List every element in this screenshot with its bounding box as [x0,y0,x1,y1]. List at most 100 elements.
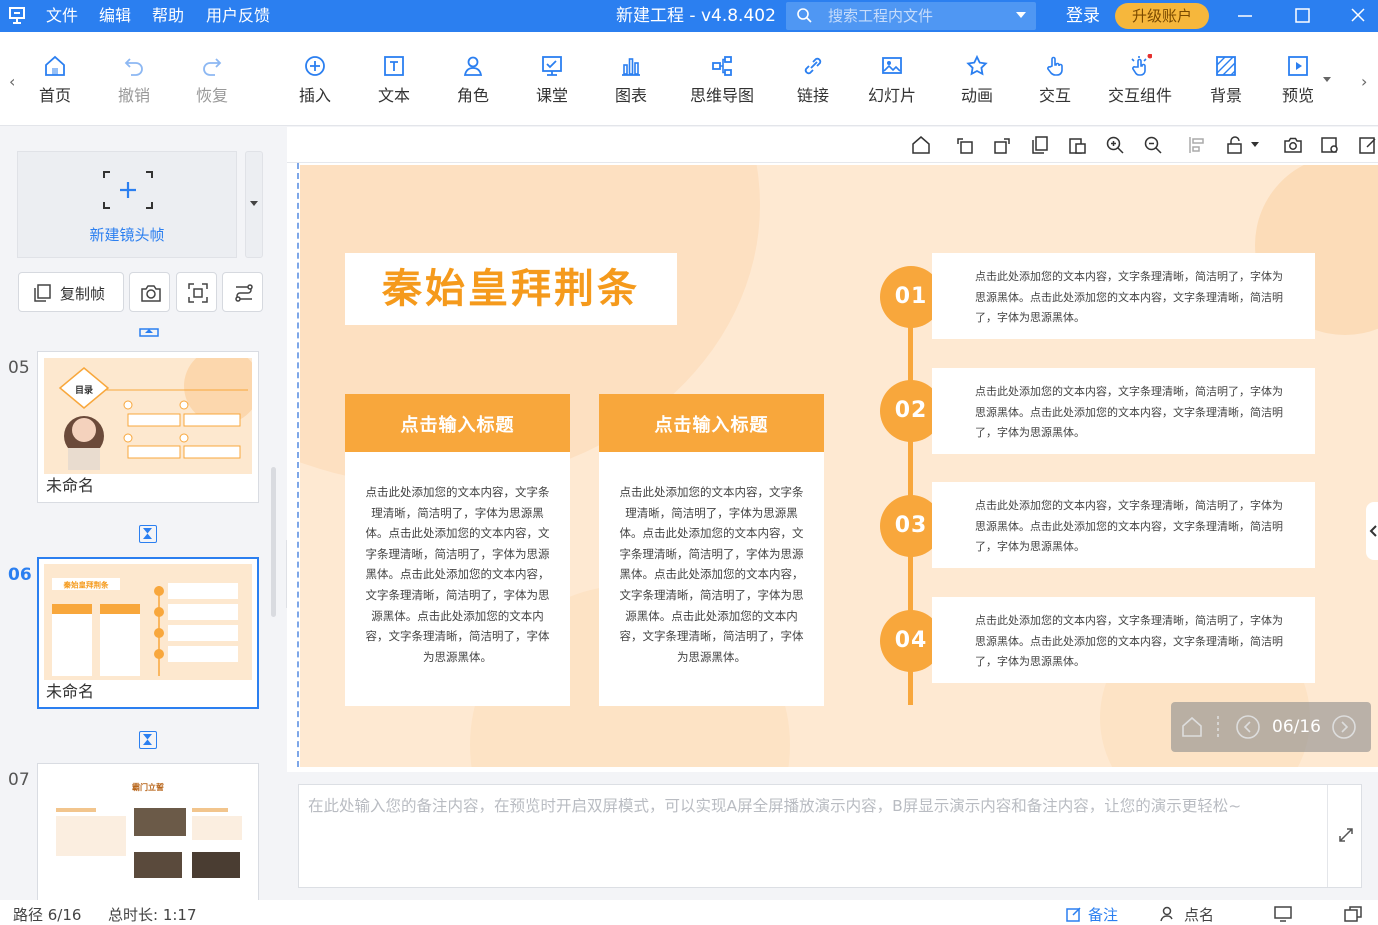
timeline-text[interactable]: 点击此处添加您的文本内容，文字条理清晰，简洁明了，字体为思源黑体。点击此处添加您… [975,611,1293,673]
toolbar-chart-button[interactable]: 图表 [610,54,652,114]
frame-name: 未命名 [46,476,95,495]
slide-pager: 06/16 [1171,702,1371,752]
person-icon [463,56,483,76]
toolbar-insert-button[interactable]: 插入 [294,54,336,114]
camera-view-icon[interactable] [1283,135,1303,155]
frame-list-scrollbar[interactable] [271,467,276,617]
timeline-item[interactable]: 点击此处添加您的文本内容，文字条理清晰，简洁明了，字体为思源黑体。点击此处添加您… [932,482,1315,568]
next-page-icon[interactable] [1331,714,1357,740]
timeline-text[interactable]: 点击此处添加您的文本内容，文字条理清晰，简洁明了，字体为思源黑体。点击此处添加您… [975,382,1293,444]
chevron-down-icon[interactable] [1016,12,1026,18]
slides-icon [882,57,902,74]
fullscreen-icon[interactable] [1344,906,1362,922]
notes-expand-button[interactable] [1327,785,1363,887]
notes-toggle-button[interactable]: 备注 [1088,904,1118,925]
lock-icon[interactable] [1225,135,1245,155]
toolbar-classroom-button[interactable]: 课堂 [531,54,573,114]
home-view-icon[interactable] [911,135,931,155]
preview-dropdown-icon[interactable] [1322,76,1332,84]
frame-number: 05 [8,358,30,378]
notes-input[interactable]: 在此处输入您的备注内容，在预览时开启双屏模式，可以实现A屏全屏播放演示内容，B屏… [298,784,1362,888]
timeline-item[interactable]: 点击此处添加您的文本内容，文字条理清晰，简洁明了，字体为思源黑体。点击此处添加您… [932,368,1315,454]
card-body[interactable]: 点击此处添加您的文本内容，文字条理清晰，简洁明了，字体为思源黑体。点击此处添加您… [365,482,550,667]
settings-view-icon[interactable] [1320,135,1340,155]
toolbar-background-button[interactable]: 背景 [1205,54,1247,114]
toolbar-mindmap-label: 思维导图 [689,86,754,105]
card-title[interactable]: 点击输入标题 [599,394,824,452]
toolbar-mindmap-button[interactable]: 思维导图 [688,54,756,114]
timeline-text[interactable]: 点击此处添加您的文本内容，文字条理清晰，简洁明了，字体为思源黑体。点击此处添加您… [975,267,1293,329]
slide-canvas[interactable]: 秦始皇拜荆条 点击输入标题 点击此处添加您的文本内容，文字条理清晰，简洁明了，字… [300,165,1378,767]
toolbar-interact-label: 交互 [1038,86,1071,105]
frame-thumbnail-06[interactable]: 06 秦始皇拜荆条 未命名 [8,557,259,709]
toolbar-home-button[interactable]: 首页 [34,54,76,114]
toolbar-undo-button[interactable]: 撤销 [113,54,155,114]
card-title[interactable]: 点击输入标题 [345,394,570,452]
copy-frame-button[interactable]: 复制帧 [18,272,124,312]
frame-settings-button[interactable] [222,272,263,312]
page-indicator: 06/16 [1272,717,1321,737]
toolbar-text-button[interactable]: 文本 [373,54,415,114]
toolbar-link-button[interactable]: 链接 [792,54,834,114]
zoom-out-icon[interactable] [1143,135,1163,155]
paste-icon[interactable] [1067,135,1087,155]
close-button[interactable] [1338,0,1378,32]
content-card-2[interactable]: 点击输入标题 点击此处添加您的文本内容，文字条理清晰，简洁明了，字体为思源黑体。… [599,394,824,706]
new-frame-dropdown[interactable] [245,151,263,258]
timeline-text[interactable]: 点击此处添加您的文本内容，文字条理清晰，简洁明了，字体为思源黑体。点击此处添加您… [975,496,1293,558]
prev-page-icon[interactable] [1235,714,1261,740]
screenshot-button[interactable] [129,272,170,312]
maximize-button[interactable] [1282,0,1322,32]
new-frame-label: 新建镜头帧 [89,226,165,244]
new-frame-button[interactable]: 新建镜头帧 [17,151,237,258]
slide-title[interactable]: 秦始皇拜荆条 [345,253,677,325]
toolbar-redo-button[interactable]: 恢复 [191,54,233,114]
lock-dropdown-icon[interactable] [1250,141,1260,149]
frame-thumbnail-07[interactable]: 07 霸门立誓 [8,763,259,903]
card-body[interactable]: 点击此处添加您的文本内容，文字条理清晰，简洁明了，字体为思源黑体。点击此处添加您… [619,482,804,667]
view-toolbar [287,127,1378,163]
timeline-item[interactable]: 点击此处添加您的文本内容，文字条理清晰，简洁明了，字体为思源黑体。点击此处添加您… [932,253,1315,339]
upgrade-button[interactable]: 升级账户 [1115,3,1209,29]
toolbar-interaction-component-button[interactable]: 交互组件 [1106,54,1174,114]
notes-icon[interactable] [1066,906,1082,922]
expand-icon [1339,828,1353,842]
search-input[interactable]: 搜索工程内文件 [786,2,1036,30]
menu-edit[interactable]: 编辑 [99,0,131,32]
toolbar-slides-button[interactable]: 幻灯片 [866,54,918,114]
toolbar-interact-button[interactable]: 交互 [1034,54,1076,114]
home-icon[interactable] [1181,716,1203,738]
menu-feedback[interactable]: 用户反馈 [206,0,270,32]
right-panel-expand-button[interactable] [1366,502,1378,560]
toolbar-animation-button[interactable]: 动画 [956,54,998,114]
transition-icon[interactable] [139,731,157,749]
zoom-in-icon[interactable] [1105,135,1125,155]
chevron-down-icon [250,201,258,206]
menu-file[interactable]: 文件 [46,0,78,32]
menu-help[interactable]: 帮助 [152,0,184,32]
toolbar-role-button[interactable]: 角色 [452,54,494,114]
toolbar-text-label: 文本 [377,86,410,105]
rotate-left-icon[interactable] [955,135,975,155]
scroll-up-icon[interactable] [139,325,159,337]
rotate-right-icon[interactable] [992,135,1012,155]
align-icon[interactable] [1187,135,1207,155]
frame-thumbnail-05[interactable]: 05 目录 未命名 [8,348,260,503]
copy-view-icon[interactable] [1030,135,1050,155]
chevron-left-icon [1369,525,1377,537]
toolbar-classroom-label: 课堂 [535,86,568,105]
login-button[interactable]: 登录 [1066,0,1100,32]
toolbar-preview-button[interactable]: 预览 [1277,54,1319,114]
rollcall-button[interactable]: 点名 [1184,904,1214,925]
rollcall-icon[interactable] [1160,906,1176,922]
text-icon [384,56,404,76]
content-card-1[interactable]: 点击输入标题 点击此处添加您的文本内容，文字条理清晰，简洁明了，字体为思源黑体。… [345,394,570,706]
fit-frame-button[interactable] [176,272,217,312]
toolbar-scroll-left-icon[interactable]: ‹ [9,72,15,91]
timeline-item[interactable]: 点击此处添加您的文本内容，文字条理清晰，简洁明了，字体为思源黑体。点击此处添加您… [932,597,1315,683]
transition-icon[interactable] [139,525,157,543]
edit-icon[interactable] [1358,135,1378,155]
toolbar-scroll-right-icon[interactable]: › [1361,72,1367,91]
minimize-button[interactable] [1225,0,1265,32]
screen-icon[interactable] [1274,906,1292,922]
